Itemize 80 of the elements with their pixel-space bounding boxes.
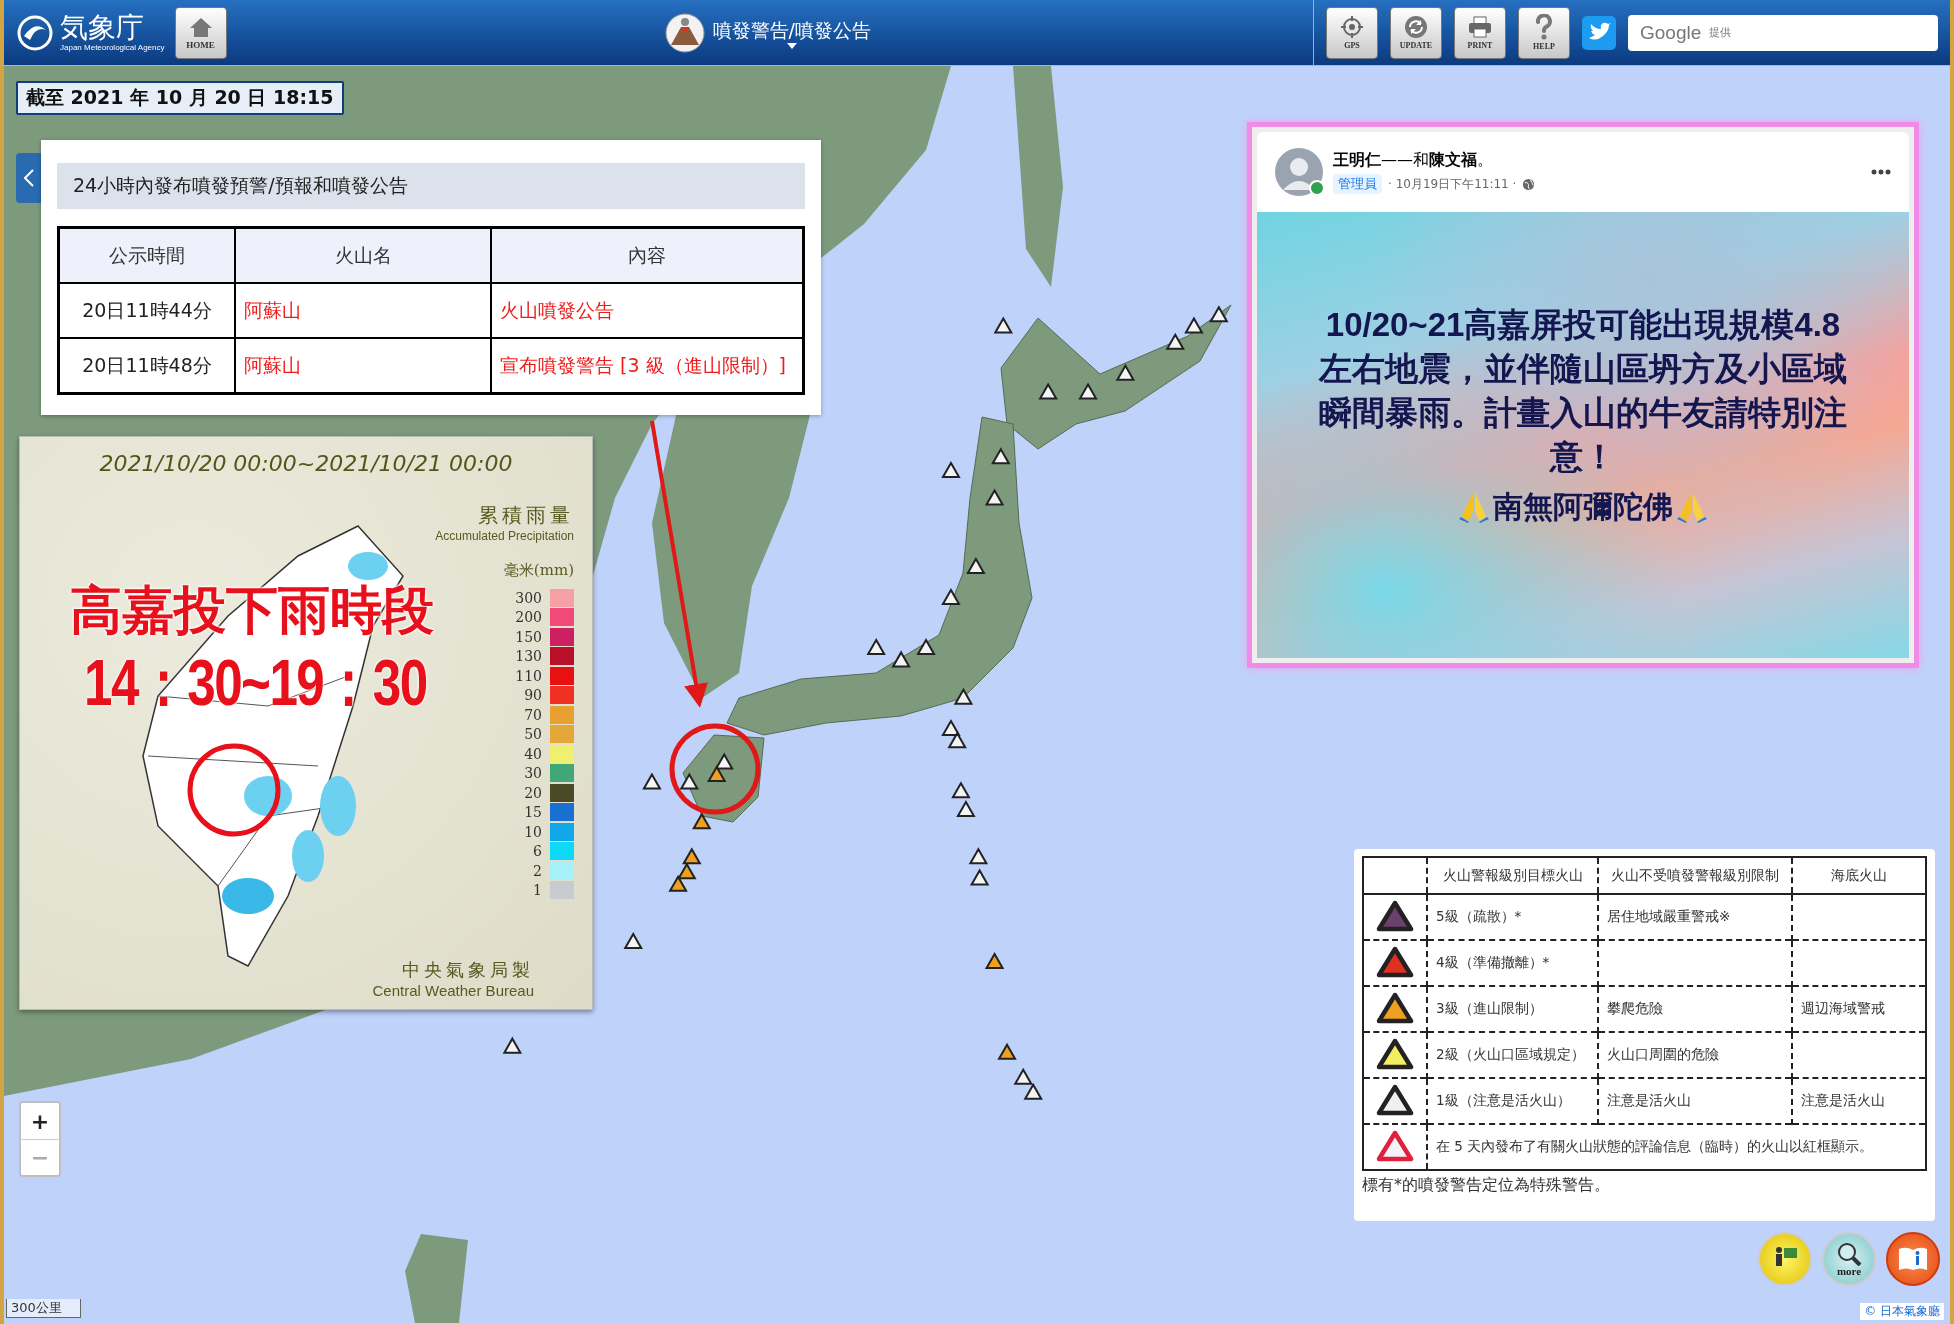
avatar-icon[interactable] bbox=[1275, 148, 1323, 196]
table-cell: 火山口周圍的危險 bbox=[1598, 1032, 1792, 1078]
scale-label: 150 bbox=[515, 628, 542, 645]
column-header: 火山名 bbox=[235, 227, 491, 283]
prayer-text: 南無阿彌陀佛 bbox=[1493, 487, 1673, 526]
scale-label: 200 bbox=[515, 609, 542, 626]
more-icon[interactable] bbox=[1871, 169, 1891, 175]
table-cell: 3級（進山限制） bbox=[1427, 986, 1598, 1032]
agency-name: 気象庁 bbox=[60, 13, 145, 43]
column-header: 火山警報級別目標火山 bbox=[1427, 857, 1598, 894]
globe-icon bbox=[1522, 177, 1536, 191]
panel-title: 24小時內發布噴發預警/預報和噴發公告 bbox=[57, 163, 805, 209]
overlay-time: 14：30~19：30 bbox=[84, 646, 427, 721]
table-cell: 2級（火山口區域規定） bbox=[1427, 1032, 1598, 1078]
scale-bar: 300公里 bbox=[6, 1299, 81, 1318]
scale-label: 70 bbox=[524, 706, 542, 723]
scale-label: 300 bbox=[515, 589, 542, 606]
map-title: 累積雨量 bbox=[478, 502, 574, 529]
column-header: 公示時間 bbox=[58, 227, 235, 283]
bird-icon[interactable] bbox=[1582, 15, 1616, 50]
post-message: 10/20~21高嘉屏投可能出現規模4.8左右地震，並伴隨山區坍方及小區域瞬間暴雨。計畫入山的牛友請特別注意！ bbox=[1317, 304, 1848, 477]
scale-label: 110 bbox=[515, 667, 542, 684]
praying-hands-icon bbox=[1459, 491, 1489, 523]
scale-label: 130 bbox=[515, 648, 542, 665]
column-header: 內容 bbox=[491, 227, 804, 283]
map-title-english: Accumulated Precipitation bbox=[435, 529, 574, 543]
credit: 中央氣象局製 bbox=[402, 958, 534, 982]
column-header: 火山不受噴發警報級別限制 bbox=[1598, 857, 1792, 894]
table-cell: 週辺海域警戒 bbox=[1792, 986, 1926, 1032]
chevron-left-icon bbox=[23, 169, 34, 187]
map-period: 2021/10/20 00:00~2021/10/21 00:00 bbox=[98, 451, 514, 476]
search-field[interactable]: Google 提供 bbox=[1628, 14, 1938, 51]
scale-label: 15 bbox=[524, 804, 542, 821]
table-cell: 5級（疏散）* bbox=[1427, 894, 1598, 940]
credit-english: Central Weather Bureau bbox=[372, 982, 534, 999]
table-cell: 居住地域嚴重警戒※ bbox=[1598, 894, 1792, 940]
gps-button[interactable]: GPS bbox=[1326, 6, 1378, 59]
overlay-title: 高嘉投下雨時段 bbox=[70, 579, 434, 642]
home-button[interactable]: HOME bbox=[174, 6, 227, 59]
unit-label: 毫米(mm) bbox=[503, 561, 574, 580]
scale-label: 50 bbox=[524, 726, 542, 743]
table-cell: 20日11時44分 bbox=[58, 283, 235, 338]
agency-subtitle: Japan Meteorological Agency bbox=[60, 43, 165, 52]
scale-label: 6 bbox=[533, 843, 542, 860]
volcano-icon bbox=[664, 12, 705, 53]
post-author[interactable]: 王明仁——和陳文福。 bbox=[1333, 150, 1536, 171]
scale-label: 90 bbox=[524, 687, 542, 704]
help-icon bbox=[1533, 14, 1555, 40]
magnifier-icon bbox=[1835, 1242, 1863, 1266]
table-cell: 注意是活火山 bbox=[1792, 1078, 1926, 1124]
book-icon bbox=[1897, 1246, 1929, 1272]
scale-label: 40 bbox=[524, 745, 542, 762]
table-cell: 攀爬危險 bbox=[1598, 986, 1792, 1032]
scale-label: 20 bbox=[524, 784, 542, 801]
print-button[interactable]: PRINT bbox=[1454, 6, 1506, 59]
update-button[interactable]: UPDATE bbox=[1390, 6, 1442, 59]
map-attribution: © 日本氣象廳 bbox=[1860, 1303, 1944, 1320]
scale-label: 1 bbox=[533, 882, 542, 899]
refresh-icon bbox=[1404, 15, 1428, 39]
footnote: 標有*的噴發警告定位為特殊警告。 bbox=[1362, 1175, 1611, 1196]
scale-label: 2 bbox=[533, 862, 542, 879]
scale-label: 10 bbox=[524, 823, 542, 840]
help-button[interactable]: HELP bbox=[1518, 6, 1570, 59]
role-badge: 管理員 bbox=[1333, 174, 1382, 194]
column-header: 海底火山 bbox=[1792, 857, 1926, 894]
table-cell: 阿蘇山 bbox=[235, 283, 491, 338]
caret-icon[interactable] bbox=[786, 42, 797, 49]
gps-icon bbox=[1340, 15, 1364, 39]
panel-toggle-tab[interactable] bbox=[16, 153, 41, 203]
table-cell: 1級（注意是活火山） bbox=[1427, 1078, 1598, 1124]
printer-icon bbox=[1467, 15, 1493, 39]
scale-label: 30 bbox=[524, 765, 542, 782]
logo-icon bbox=[16, 13, 54, 52]
table-cell: 注意是活火山 bbox=[1598, 1078, 1792, 1124]
table-cell: 4級（準備撤離）* bbox=[1427, 940, 1598, 986]
timestamp-label: 截至 2021 年 10 月 20 日 18:15 bbox=[26, 86, 334, 108]
table-cell: 在 5 天內發布了有關火山狀態的評論信息（臨時）的火山以紅框顯示。 bbox=[1427, 1124, 1926, 1170]
praying-hands-icon bbox=[1677, 491, 1707, 523]
post-time[interactable]: · 10月19日下午11:11 · bbox=[1388, 175, 1517, 193]
page-title[interactable]: 噴發警告/噴發公告 bbox=[712, 16, 871, 43]
